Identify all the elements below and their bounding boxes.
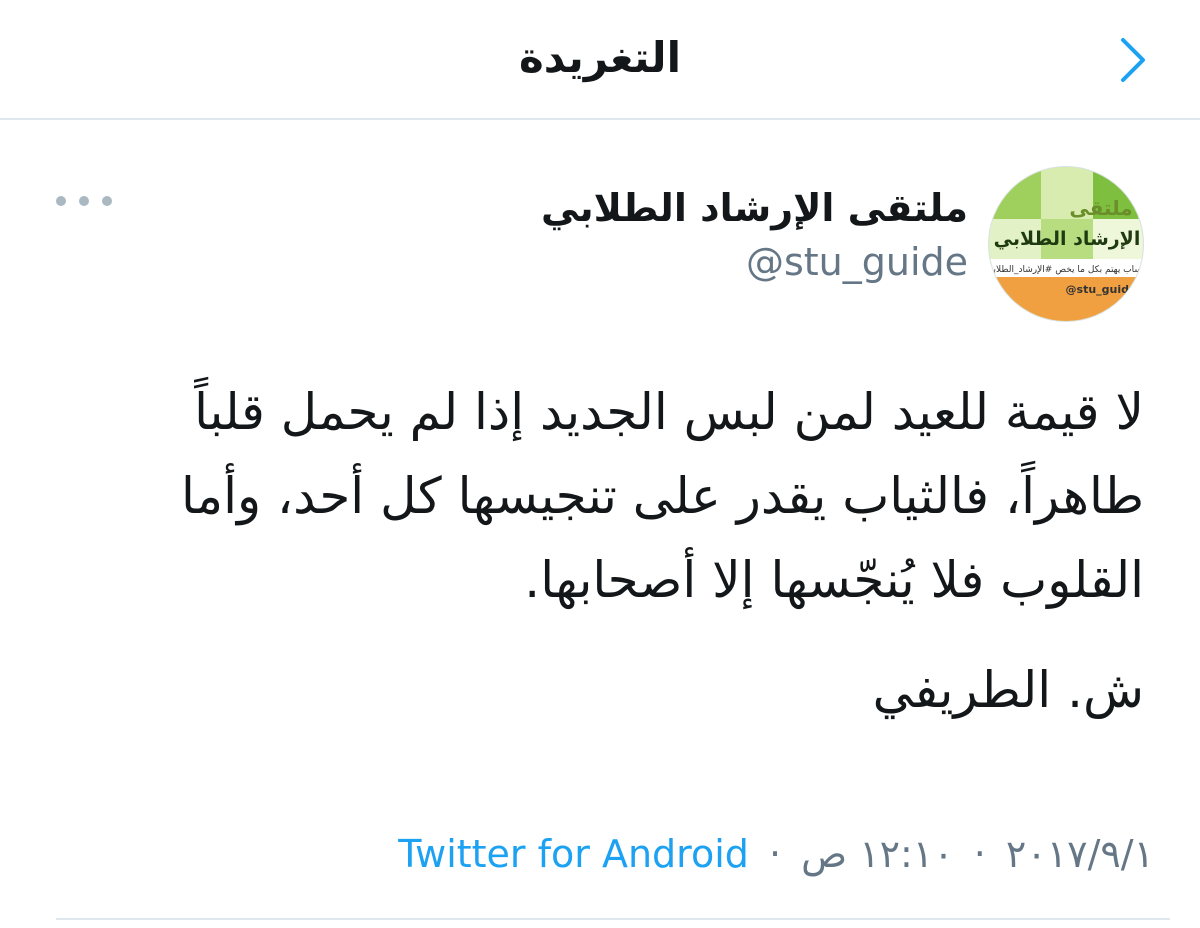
divider: [56, 918, 1170, 920]
top-navigation-bar: التغريدة: [0, 0, 1200, 120]
tweet-detail-screen: التغريدة ملتقى الإرشاد الطلابي حساب يهتم…: [0, 0, 1200, 928]
back-button[interactable]: [1108, 32, 1158, 88]
more-horizontal-icon: [56, 196, 112, 206]
svg-text:الإرشاد الطلابي: الإرشاد الطلابي: [994, 228, 1141, 250]
tweet-date: ٢٠١٧/٩/١: [1005, 832, 1154, 876]
tweet-time: ١٢:١٠ ص: [801, 832, 954, 876]
tweet-meta: ٢٠١٧/٩/١ · ١٢:١٠ ص · Twitter for Android: [200, 824, 1154, 884]
avatar[interactable]: ملتقى الإرشاد الطلابي حساب يهتم بكل ما ي…: [988, 166, 1144, 322]
more-options-button[interactable]: [56, 186, 112, 216]
tweet-text: لا قيمة للعيد لمن لبس الجديد إذا لم يحمل…: [120, 370, 1144, 732]
chevron-right-icon: [1119, 36, 1147, 84]
author-username[interactable]: @stu_guide: [746, 236, 968, 288]
tweet-source-link[interactable]: Twitter for Android: [398, 832, 749, 876]
meta-separator: ·: [973, 832, 986, 876]
meta-separator: ·: [768, 832, 782, 876]
svg-text:حساب يهتم بكل ما يخص #الإرشاد_: حساب يهتم بكل ما يخص #الإرشاد_الطلابي: [989, 265, 1144, 275]
svg-text:ملتقى: ملتقى: [1069, 196, 1132, 220]
avatar-image: ملتقى الإرشاد الطلابي حساب يهتم بكل ما ي…: [989, 167, 1144, 321]
svg-text:@stu_guide: @stu_guide: [1066, 283, 1137, 296]
tweet-paragraph: لا قيمة للعيد لمن لبس الجديد إذا لم يحمل…: [181, 383, 1144, 609]
tweet-signature: ش. الطريفي: [872, 661, 1144, 719]
page-title: التغريدة: [519, 33, 681, 82]
author-display-name[interactable]: ملتقى الإرشاد الطلابي: [541, 182, 968, 234]
